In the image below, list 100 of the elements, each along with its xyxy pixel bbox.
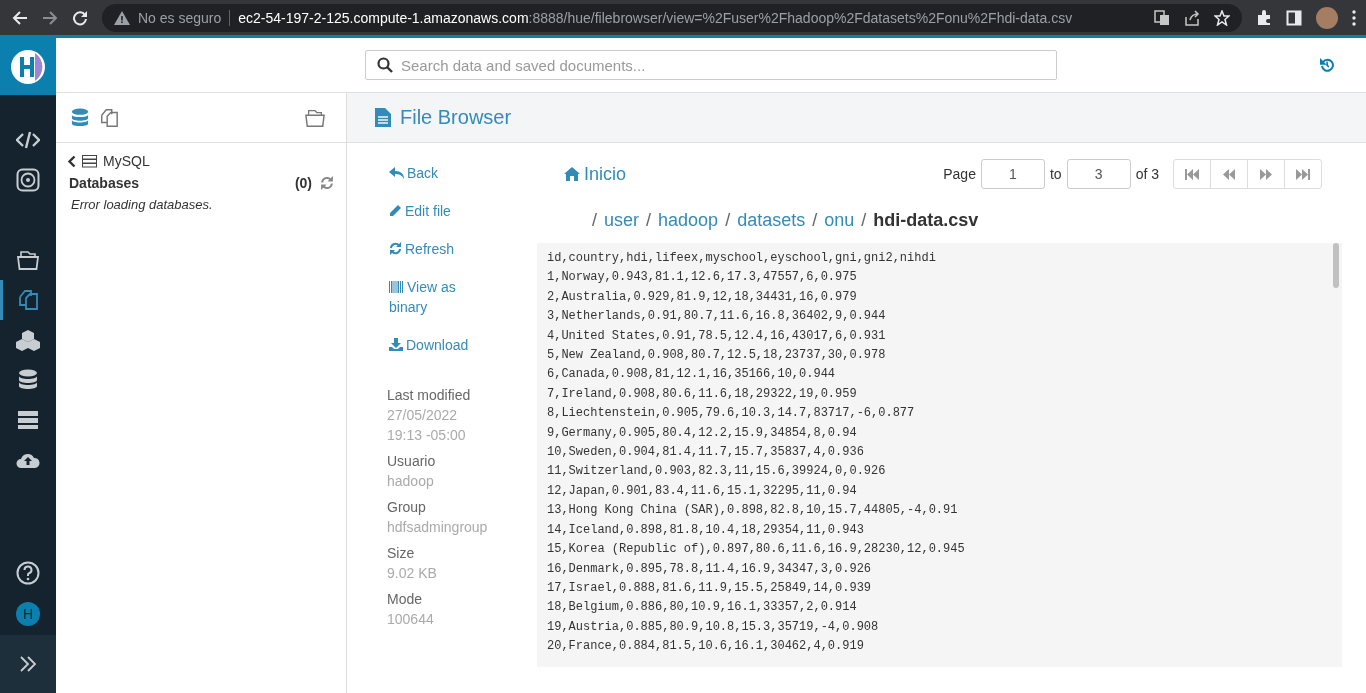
file-line: 14,Iceland,0.898,81.8,10.4,18,29354,11,0.943 [547, 521, 865, 539]
first-page-button[interactable] [1173, 159, 1211, 189]
file-line: 6,Canada,0.908,81,12.1,16,35166,10,0.944 [547, 366, 837, 384]
source-name[interactable]: MySQL [103, 153, 150, 169]
refresh-icon[interactable] [320, 176, 334, 190]
file-line: 3,Netherlands,0.91,80.7,11.6,16.8,36402,9,0.944 [547, 308, 887, 326]
server-icon [82, 154, 97, 168]
translate-icon[interactable] [1154, 9, 1170, 26]
action-link[interactable]: View as binary [387, 277, 469, 317]
security-label: No es seguro [138, 9, 222, 26]
copies-icon[interactable] [99, 107, 119, 128]
file-line: 17,Israel,0.888,81.6,11.9,15.5,25849,14,0.939 [547, 579, 873, 597]
download-icon [389, 338, 403, 351]
path-separator: / [646, 209, 652, 231]
file-line: 9,Germany,0.905,80.4,12.2,15.9,34854,8,0.94 [547, 424, 858, 442]
reload-icon[interactable] [72, 9, 88, 26]
user-avatar[interactable]: H [16, 602, 40, 626]
meta-value: 27/05/2022 19:13 -05:00 [387, 406, 467, 445]
last-page-button[interactable] [1284, 159, 1322, 189]
page-label: Page [943, 166, 976, 182]
section-title: Databases [69, 175, 140, 191]
address-bar[interactable]: No es seguro ec2-54-197-2-125.compute-1.amazonaws.com:8888/hue/filebrowser/view=%2Fuser%2Fhadoop%2Fdatasets%2Fonu%2Fhdi-data.csv [102, 3, 1242, 32]
file-line: 10,Sweden,0.904,81.4,11.7,15.7,35837,4,0.936 [547, 444, 865, 462]
rewind-icon [1223, 168, 1235, 180]
skip-forward-icon [1296, 168, 1310, 180]
reply-arrow-icon [389, 167, 404, 179]
folder-icon[interactable] [304, 107, 326, 128]
home-link[interactable]: Inicio [564, 163, 627, 185]
skip-back-icon [1185, 168, 1199, 180]
document-icon [375, 108, 391, 127]
history-icon[interactable] [1320, 58, 1334, 72]
breadcrumb-link[interactable]: user [604, 209, 640, 231]
breadcrumb-link[interactable]: hadoop [658, 209, 719, 231]
file-line: 1,Norway,0.943,81.1,12.6,17.3,47557,6,0.975 [547, 269, 858, 287]
file-line: 16,Denmark,0.895,78.8,11.4,16.9,34347,3,0.926 [547, 560, 873, 578]
code-icon[interactable] [16, 130, 40, 150]
folder-icon[interactable] [16, 249, 40, 271]
file-line: 5,New Zealand,0.908,80.7,12.5,18,23737,30,0.978 [547, 347, 887, 365]
database-count: (0) [294, 175, 312, 191]
path-separator: / [592, 209, 597, 231]
meta-value: hdfsadmingroup [387, 518, 487, 537]
page-title: File Browser [400, 106, 512, 129]
previous-page-button[interactable] [1210, 159, 1248, 189]
file-line: 13,Hong Kong China (SAR),0.898,82.8,10,15.7,44805,-4,0.91 [547, 502, 959, 520]
file-line: id,country,hdi,lifeex,myschool,eyschool,gni,gni2,nihdi [547, 250, 937, 267]
share-icon[interactable] [1184, 9, 1200, 26]
file-line: 12,Japan,0.901,83.4,11.6,15.1,32295,11,0.94 [547, 482, 858, 500]
path-separator: / [812, 209, 818, 231]
action-link[interactable]: Refresh [387, 239, 469, 259]
breadcrumb-link[interactable]: datasets [737, 209, 806, 231]
target-icon[interactable] [16, 168, 40, 192]
breadcrumb-link[interactable]: hdi-data.csv [873, 209, 979, 231]
path-separator: / [725, 209, 731, 231]
menu-icon[interactable] [1352, 9, 1356, 26]
search-field[interactable]: Search data and saved documents... [365, 50, 1057, 80]
next-page-button[interactable] [1247, 159, 1285, 189]
back-icon[interactable] [12, 9, 28, 26]
meta-value: 100644 [387, 610, 435, 629]
page-from-field[interactable]: 1 [980, 159, 1045, 189]
help-icon[interactable] [16, 561, 40, 585]
hue-logo[interactable] [0, 38, 56, 95]
page-to-label: to [1049, 166, 1062, 182]
action-link[interactable]: Download [387, 335, 469, 355]
file-line: 19,Austria,0.885,80.9,10.8,15.3,35719,-4,0.908 [547, 618, 880, 636]
meta-label: Group [387, 498, 427, 517]
barcode-icon [389, 281, 404, 293]
home-icon [564, 167, 580, 181]
path-separator: / [861, 209, 867, 231]
cloud-upload-icon[interactable] [16, 451, 40, 469]
expand-icon[interactable] [19, 656, 37, 672]
meta-value: hadoop [387, 472, 435, 491]
scrollbar-thumb[interactable] [1333, 243, 1339, 288]
chevron-left-icon[interactable] [67, 154, 76, 168]
server-icon[interactable] [17, 410, 39, 430]
file-line: 2,Australia,0.929,81.9,12,18,34431,16,0.979 [547, 288, 858, 306]
copies-icon[interactable] [17, 289, 39, 311]
star-icon[interactable] [1214, 9, 1230, 26]
url-text: ec2-54-197-2-125.compute-1.amazonaws.com:8888/hue/filebrowser/view=%2Fuser%2Fhadoop%2Fdatasets%2Fonu%2Fhdi-data.csv [238, 9, 1073, 26]
extensions-icon[interactable] [1256, 9, 1272, 26]
fast-forward-icon [1260, 168, 1272, 180]
breadcrumb-link[interactable]: onu [824, 209, 855, 231]
file-line: 11,Switzerland,0.903,82.3,11,15.6,39924,0,0.926 [547, 463, 887, 481]
cubes-icon[interactable] [15, 329, 41, 351]
file-line: 15,Korea (Republic of),0.897,80.6,11.6,16.9,28230,12,0.945 [547, 541, 966, 559]
file-line: 20,France,0.884,81.5,10.6,16.1,30462,4,0.919 [547, 638, 865, 656]
action-link[interactable]: Back [387, 163, 469, 183]
side-panel-icon[interactable] [1286, 9, 1302, 26]
file-line: 18,Belgium,0.886,80,10.9,16.1,33357,2,0.914 [547, 599, 858, 617]
file-line: 7,Ireland,0.908,80.6,11.6,18,29322,19,0.959 [547, 385, 858, 403]
page-total: of 3 [1135, 166, 1159, 182]
database-icon[interactable] [18, 369, 38, 391]
error-message: Error loading databases. [70, 196, 214, 214]
avatar[interactable] [1316, 6, 1338, 29]
refresh-icon [389, 242, 402, 255]
meta-label: Last modified [387, 386, 472, 405]
forward-icon[interactable] [42, 9, 58, 26]
meta-label: Usuario [387, 452, 437, 471]
action-link[interactable]: Edit file [387, 201, 469, 221]
file-line: 4,United States,0.91,78.5,12.4,16,43017,6,0.931 [547, 327, 887, 345]
page-to-field[interactable]: 3 [1066, 159, 1131, 189]
